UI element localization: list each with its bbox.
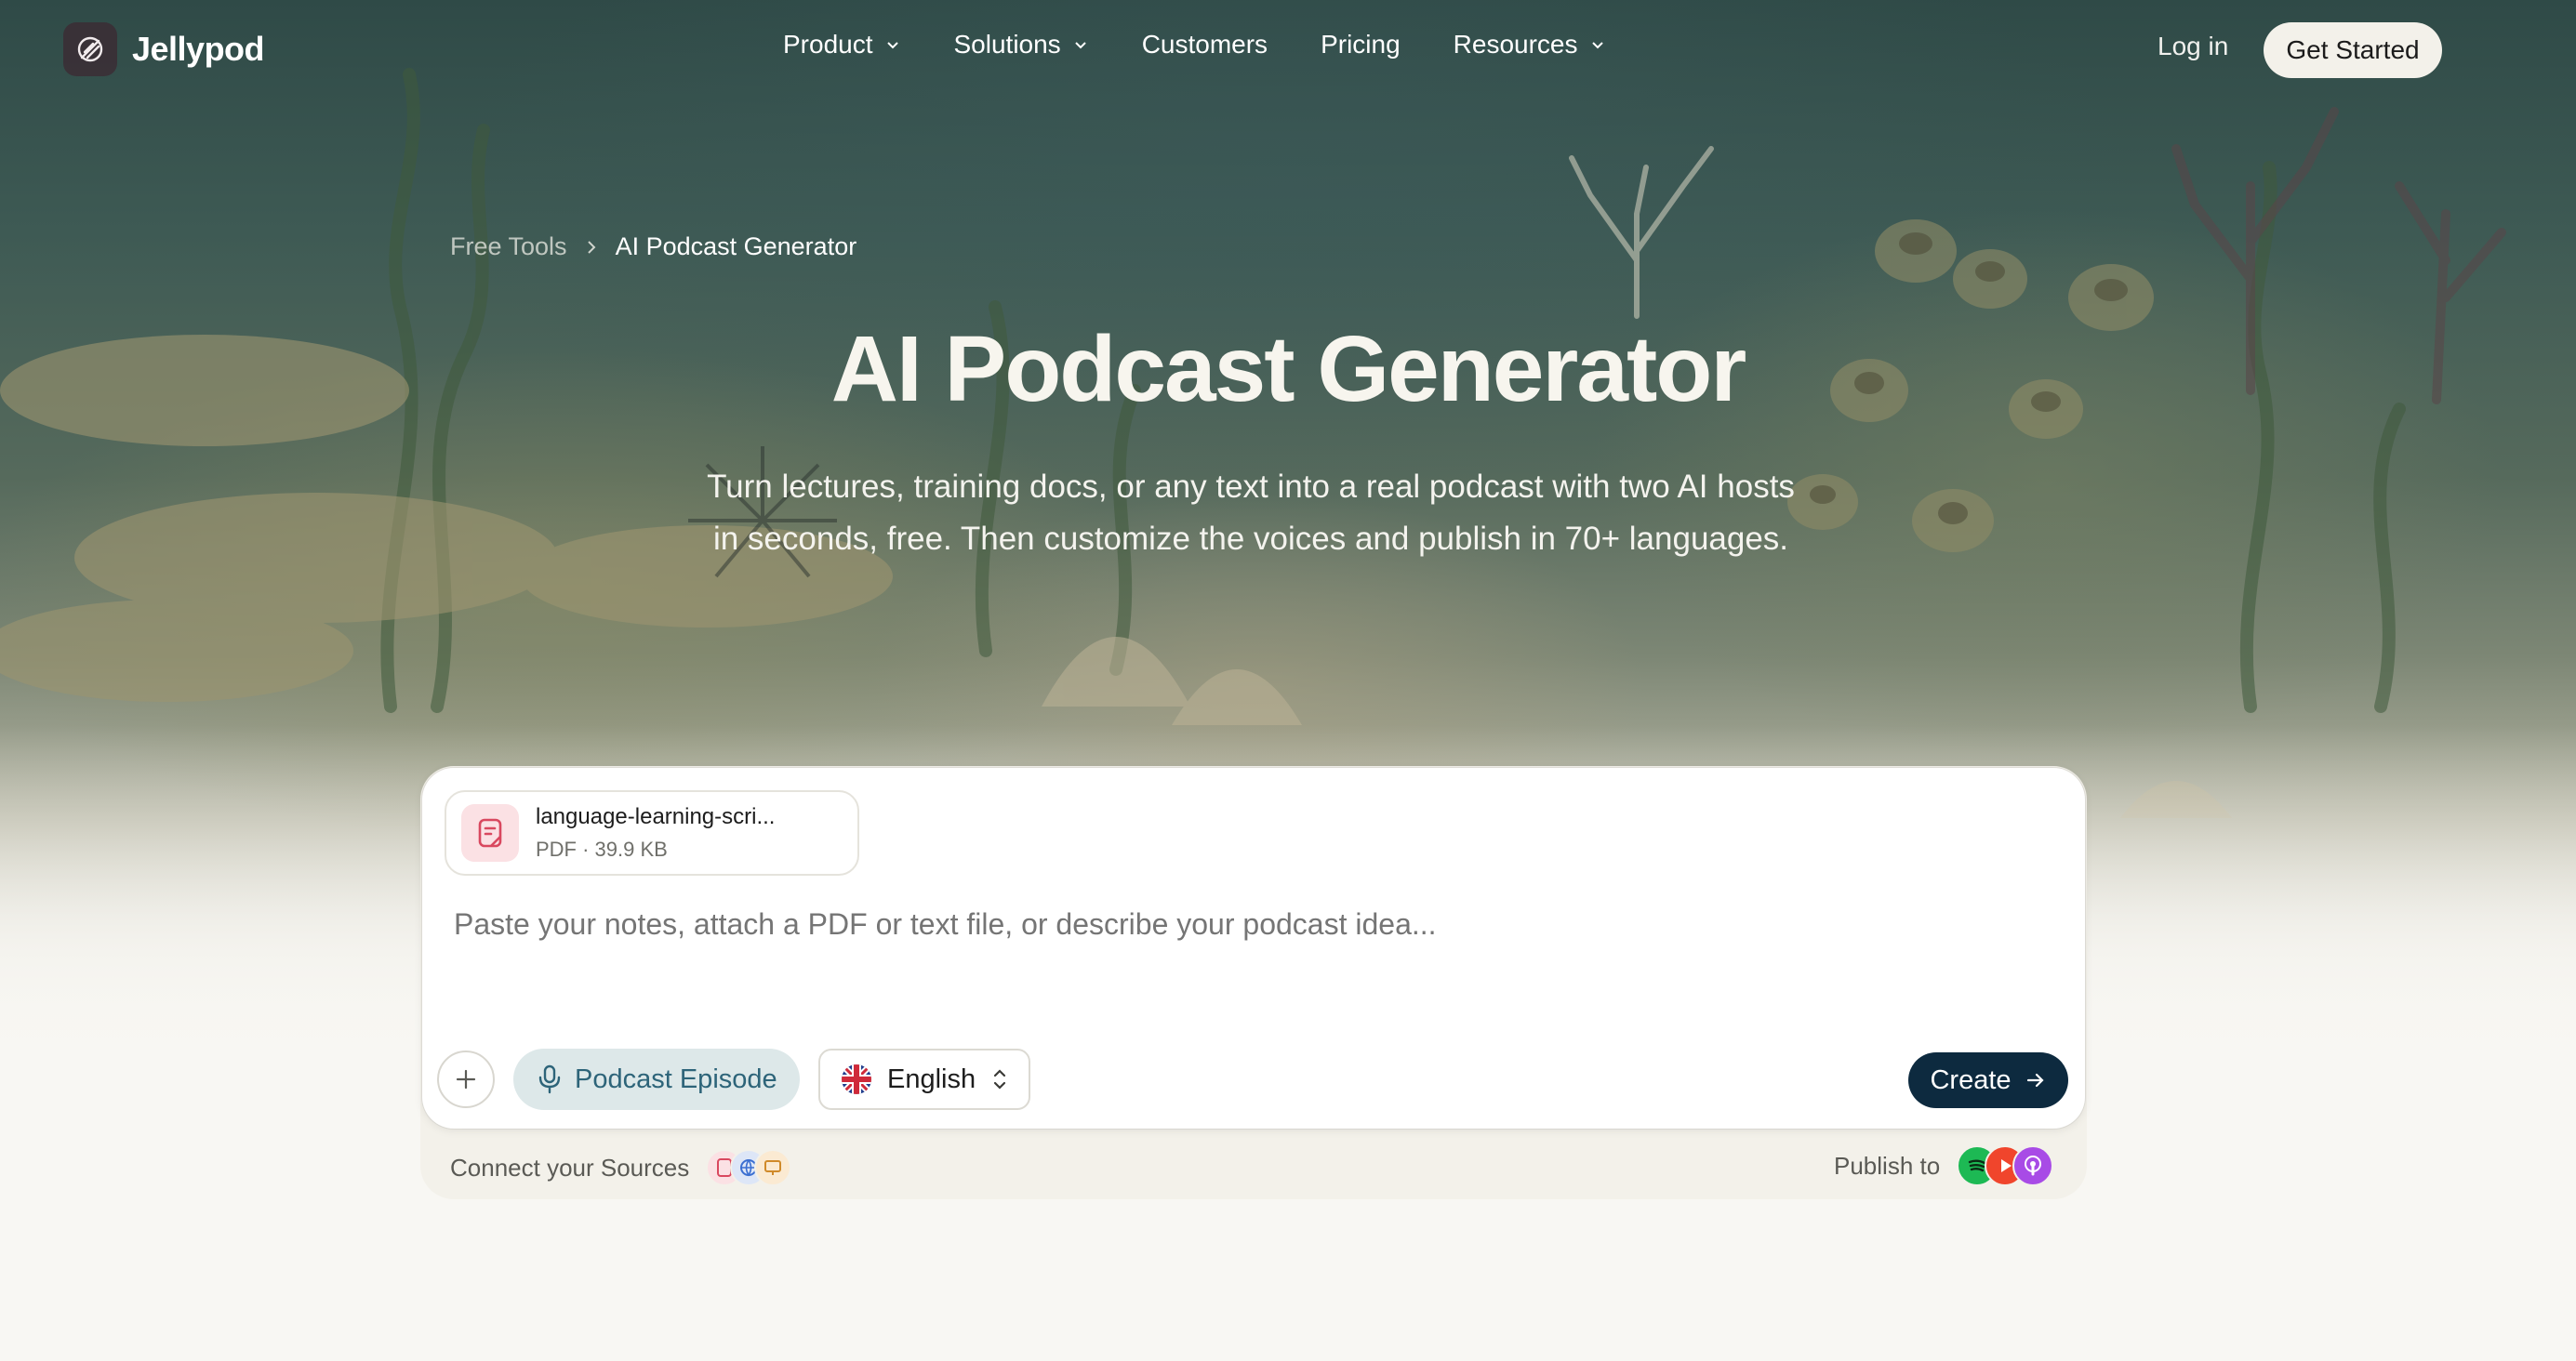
create-button[interactable]: Create (1908, 1052, 2068, 1108)
chevron-down-icon (886, 42, 898, 49)
brand[interactable]: Jellypod (63, 22, 265, 76)
prompt-input[interactable] (454, 907, 2035, 942)
nav-item-label: Customers (1141, 30, 1268, 59)
nav-item-label: Solutions (953, 30, 1061, 59)
page: Jellypod Product Solutions Customers Pri… (0, 0, 2576, 1361)
sources-label: Connect your Sources (450, 1153, 690, 1182)
arrow-right-icon (2026, 1073, 2044, 1088)
slides-icon (754, 1149, 792, 1186)
format-label: Podcast Episode (575, 1064, 777, 1094)
source-icons (706, 1149, 792, 1186)
top-navigation: Jellypod Product Solutions Customers Pri… (0, 0, 2576, 100)
composer-card: language-learning-scri... PDF · 39.9 KB … (422, 768, 2085, 1129)
microphone-icon (538, 1064, 561, 1094)
nav-links: Product Solutions Customers Pricing Reso… (783, 30, 1606, 59)
chevron-down-icon (1074, 42, 1086, 49)
page-subtitle: Turn lectures, training docs, or any tex… (707, 469, 1795, 557)
publish-icons (1957, 1145, 2054, 1186)
nav-item-label: Product (783, 30, 873, 59)
nav-item-product[interactable]: Product (783, 30, 901, 59)
publish-to[interactable]: Publish to (1834, 1145, 2054, 1186)
attachment-chip[interactable]: language-learning-scri... PDF · 39.9 KB (445, 790, 859, 876)
chevron-right-icon (587, 240, 595, 254)
create-label: Create (1930, 1064, 2012, 1095)
language-selector[interactable]: English (818, 1049, 1030, 1110)
language-label: English (887, 1064, 976, 1094)
nav-item-pricing[interactable]: Pricing (1321, 30, 1401, 59)
chevron-down-icon (1591, 42, 1603, 49)
nav-item-solutions[interactable]: Solutions (954, 30, 1089, 59)
connect-sources[interactable]: Connect your Sources (450, 1149, 792, 1186)
jellypod-logo-icon (63, 22, 117, 76)
page-title: AI Podcast Generator (830, 317, 1747, 421)
up-down-chevron-icon (994, 1069, 1006, 1090)
attachment-name: language-learning-scri... (536, 804, 776, 829)
plus-icon (456, 1069, 476, 1090)
breadcrumb-current: AI Podcast Generator (615, 232, 857, 260)
attachment-text: language-learning-scri... PDF · 39.9 KB (536, 804, 775, 862)
format-selector-button[interactable]: Podcast Episode (513, 1049, 800, 1110)
document-icon (461, 804, 519, 862)
breadcrumb-free-tools[interactable]: Free Tools (450, 232, 567, 261)
nav-item-label: Resources (1453, 30, 1578, 59)
nav-item-resources[interactable]: Resources (1454, 30, 1606, 59)
publish-label: Publish to (1834, 1151, 1941, 1180)
apple-podcasts-icon (2012, 1145, 2054, 1186)
brand-name: Jellypod (132, 30, 265, 68)
nav-item-customers[interactable]: Customers (1142, 30, 1268, 59)
get-started-button[interactable]: Get Started (2264, 22, 2442, 78)
add-attachment-button[interactable] (437, 1050, 495, 1108)
login-link[interactable]: Log in (2158, 32, 2228, 61)
breadcrumb: Free Tools AI Podcast Generator (450, 232, 856, 261)
attachment-meta: PDF · 39.9 KB (536, 838, 668, 861)
nav-item-label: Pricing (1321, 30, 1401, 59)
uk-flag-icon (842, 1064, 871, 1094)
